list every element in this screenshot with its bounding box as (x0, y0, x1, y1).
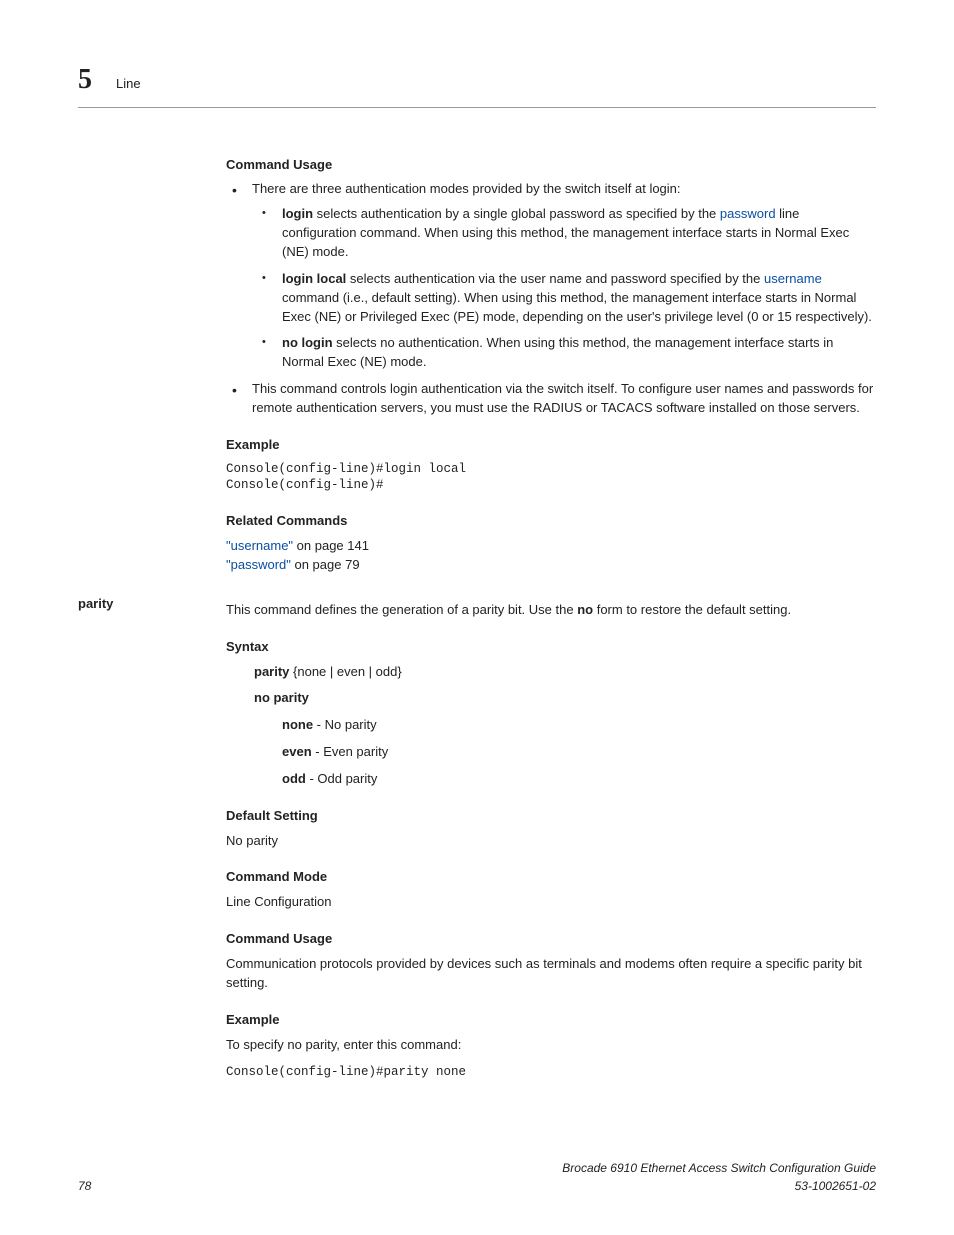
option-desc: - Even parity (312, 744, 389, 759)
mode-name: no login (282, 335, 333, 350)
chapter-number: 5 (78, 60, 92, 101)
text-segment: selects authentication by a single globa… (313, 206, 720, 221)
page-header: 5 Line (78, 60, 876, 108)
option-name: even (282, 744, 312, 759)
parity-side-label: parity (78, 595, 113, 614)
mode-name: login local (282, 271, 346, 286)
username-link[interactable]: username (764, 271, 822, 286)
text-segment: form to restore the default setting. (593, 602, 791, 617)
auth-modes-list: login selects authentication by a single… (252, 205, 876, 372)
doc-number: 53-1002651-02 (795, 1179, 876, 1193)
example-intro: To specify no parity, enter this command… (226, 1036, 876, 1055)
related-username-link[interactable]: "username" (226, 538, 293, 553)
no-keyword: no (577, 602, 593, 617)
default-setting-heading: Default Setting (226, 807, 876, 826)
option-name: odd (282, 771, 306, 786)
related-password-link[interactable]: "password" (226, 557, 291, 572)
option-name: none (282, 717, 313, 732)
intro-text: There are three authentication modes pro… (252, 181, 681, 196)
command-mode-heading: Command Mode (226, 868, 876, 887)
syntax-line: no parity (254, 689, 876, 708)
doc-title: Brocade 6910 Ethernet Access Switch Conf… (562, 1161, 876, 1175)
chapter-title: Line (116, 75, 141, 94)
related-commands: "username" on page 141 "password" on pag… (226, 537, 876, 575)
example-heading: Example (226, 436, 876, 455)
parity-intro: This command defines the generation of a… (226, 601, 876, 620)
example-code: Console(config-line)#parity none (226, 1064, 876, 1081)
syntax-option: even - Even parity (282, 743, 876, 762)
text-segment: command (i.e., default setting). When us… (282, 290, 872, 324)
text-segment: This command controls login authenticati… (252, 381, 873, 415)
text-segment: on page 79 (291, 557, 360, 572)
mode-name: login (282, 206, 313, 221)
option-desc: - Odd parity (306, 771, 378, 786)
list-item: login selects authentication by a single… (252, 205, 876, 262)
command-usage-heading: Command Usage (226, 156, 876, 175)
syntax-cmd: parity (254, 664, 289, 679)
text-segment: selects no authentication. When using th… (282, 335, 833, 369)
text-segment: on page 141 (293, 538, 369, 553)
password-link[interactable]: password (720, 206, 776, 221)
list-item: This command controls login authenticati… (226, 380, 876, 418)
list-item: login local selects authentication via t… (252, 270, 876, 327)
syntax-cmd: no parity (254, 690, 309, 705)
list-item: There are three authentication modes pro… (226, 180, 876, 372)
command-mode-value: Line Configuration (226, 893, 876, 912)
parity-content: This command defines the generation of a… (226, 601, 876, 1081)
option-desc: - No parity (313, 717, 377, 732)
text-segment: This command defines the generation of a… (226, 602, 577, 617)
page-container: 5 Line Command Usage There are three aut… (0, 0, 954, 1235)
list-item: no login selects no authentication. When… (252, 334, 876, 372)
syntax-option: odd - Odd parity (282, 770, 876, 789)
example-code: Console(config-line)#login local Console… (226, 461, 876, 495)
related-commands-heading: Related Commands (226, 512, 876, 531)
page-footer: 78 Brocade 6910 Ethernet Access Switch C… (78, 1160, 876, 1195)
syntax-heading: Syntax (226, 638, 876, 657)
syntax-line: parity {none | even | odd} (254, 663, 876, 682)
command-usage-text: Communication protocols provided by devi… (226, 955, 876, 993)
footer-right: Brocade 6910 Ethernet Access Switch Conf… (562, 1160, 876, 1195)
login-content: Command Usage There are three authentica… (226, 156, 876, 575)
syntax-option: none - No parity (282, 716, 876, 735)
text-segment: selects authentication via the user name… (346, 271, 764, 286)
usage-list: There are three authentication modes pro… (226, 180, 876, 417)
default-setting-value: No parity (226, 832, 876, 851)
command-usage-heading: Command Usage (226, 930, 876, 949)
syntax-args: {none | even | odd} (289, 664, 401, 679)
page-number: 78 (78, 1178, 91, 1195)
example-heading: Example (226, 1011, 876, 1030)
